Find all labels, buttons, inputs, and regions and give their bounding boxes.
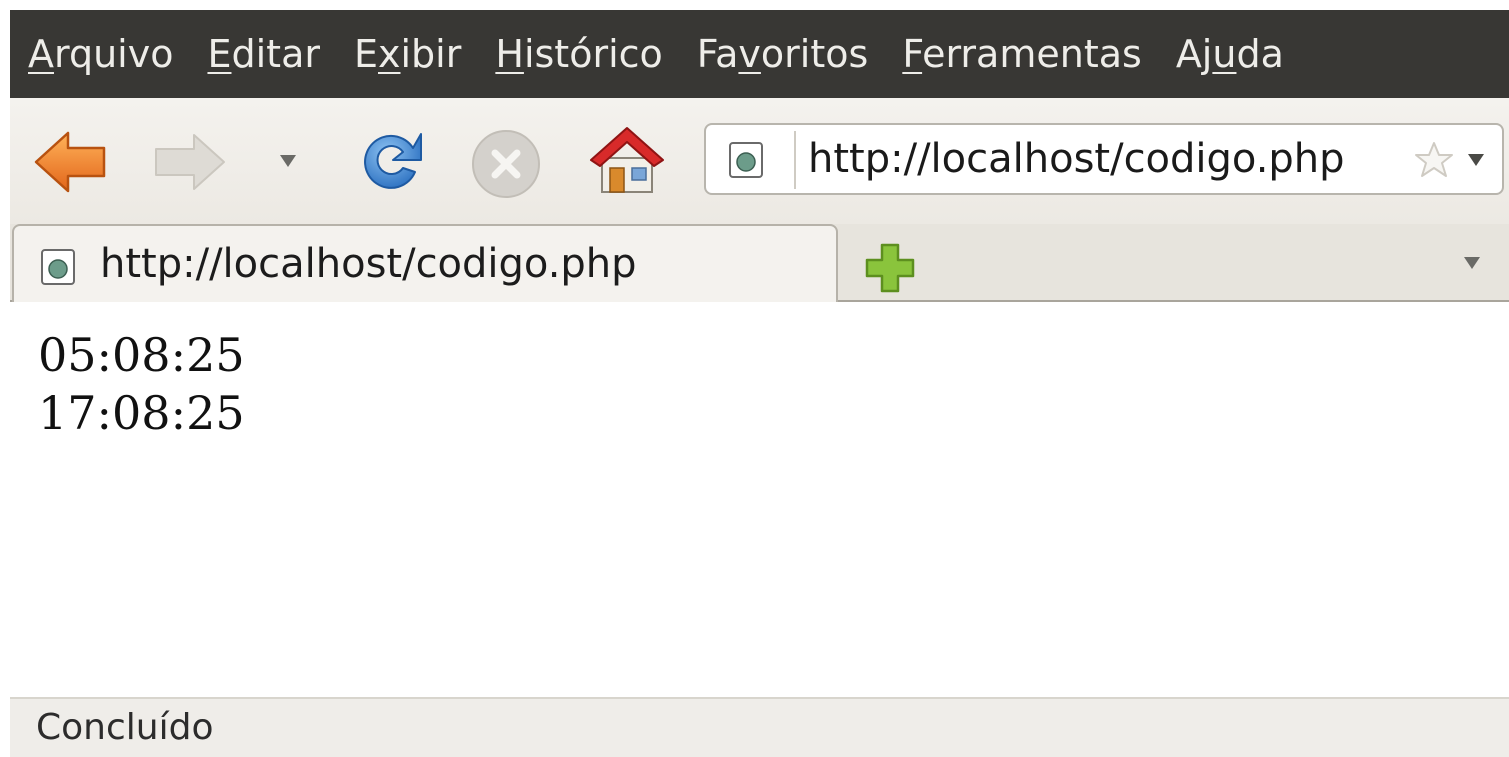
tab-label: http://localhost/codigo.php [100,241,637,287]
stop-icon[interactable] [470,128,542,200]
page-content: 05:08:25 17:08:25 [10,302,1509,697]
menu-editar[interactable]: Editar [207,32,320,76]
history-dropdown-icon[interactable] [278,153,298,169]
reload-icon[interactable] [353,126,427,200]
tab-codigo-php[interactable]: http://localhost/codigo.php [12,224,838,304]
back-arrow-icon[interactable] [32,129,110,195]
new-tab-plus-icon[interactable] [864,242,916,294]
menu-arquivo[interactable]: Arquivo [28,32,173,76]
chevron-down-icon[interactable] [1466,152,1486,168]
status-text: Concluído [36,707,214,748]
url-bar[interactable]: http://localhost/codigo.php [704,123,1504,195]
tab-strip: http://localhost/codigo.php [10,224,1509,304]
tab-list-dropdown-icon[interactable] [1462,255,1482,271]
menu-historico[interactable]: Histórico [495,32,662,76]
time-24h: 17:08:25 [38,386,245,440]
menu-ferramentas[interactable]: Ferramentas [902,32,1142,76]
url-divider [794,131,796,189]
forward-arrow-icon[interactable] [152,131,228,193]
url-input[interactable]: http://localhost/codigo.php [808,136,1345,182]
time-12h: 05:08:25 [38,328,245,382]
menu-favoritos[interactable]: Favoritos [697,32,869,76]
menu-exibir[interactable]: Exibir [354,32,461,76]
status-bar: Concluído [10,697,1509,757]
menu-ajuda[interactable]: Ajuda [1176,32,1284,76]
menu-bar: Arquivo Editar Exibir Histórico Favorito… [10,10,1509,98]
star-icon[interactable] [1414,140,1454,180]
page-icon [41,249,75,285]
home-icon[interactable] [588,122,666,196]
page-icon [729,142,763,178]
